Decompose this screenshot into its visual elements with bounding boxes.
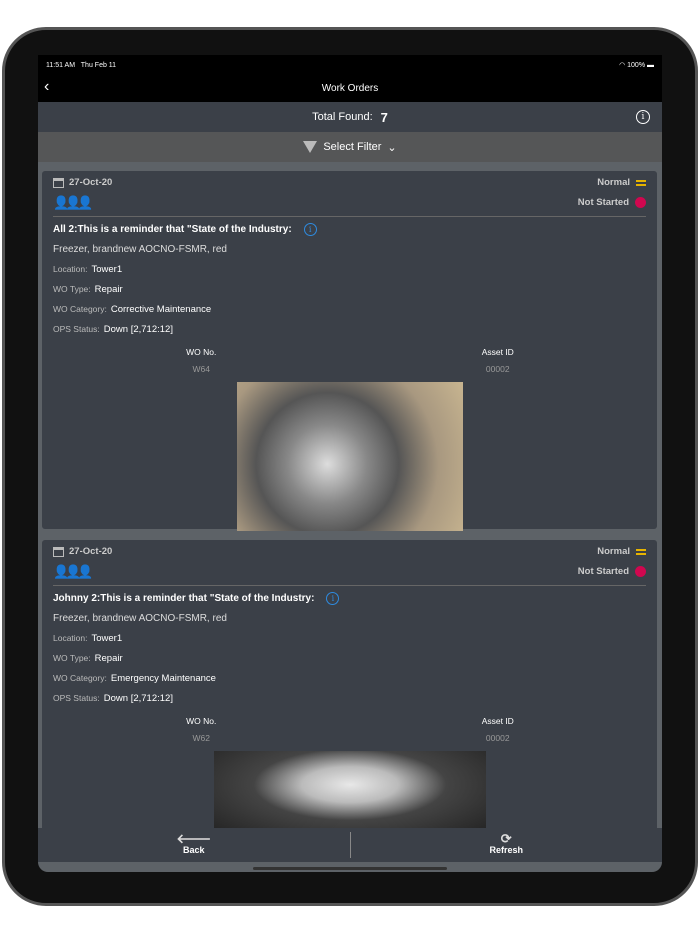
calendar-icon: [53, 546, 64, 557]
asset-image: [213, 751, 486, 835]
asset-id: Asset ID 00002: [481, 716, 514, 743]
asset-description: Freezer, brandnew AOCNO-FSMR, red: [53, 613, 227, 624]
priority-label: Normal: [597, 177, 630, 188]
wo-type-row: WO Type: Repair: [53, 284, 123, 295]
info-icon[interactable]: i: [636, 110, 650, 124]
bottom-toolbar: 🡐 Back ⟳ Refresh: [38, 828, 662, 862]
asset-id: Asset ID 00002: [481, 347, 514, 374]
nav-bar: ‹ Work Orders: [38, 75, 662, 102]
arrow-left-icon: 🡐: [176, 831, 212, 846]
screen: 11:51 AM Thu Feb 11 ◠ 100% ▬ ‹ Work Orde…: [38, 55, 662, 872]
wo-title: All 2:This is a reminder that "State of …: [53, 224, 292, 235]
work-order-card[interactable]: 27-Oct-20 👤👤👤 Normal Not Started Johnny …: [42, 540, 657, 840]
priority-label: Normal: [597, 546, 630, 557]
battery-indicator: ◠ 100% ▬: [619, 62, 654, 69]
status-time: 11:51 AM: [46, 61, 76, 69]
chevron-down-icon: ⌄: [387, 141, 397, 154]
back-button[interactable]: 🡐 Back: [38, 828, 350, 862]
ops-status-row: OPS Status: Down [2,712:12]: [53, 693, 173, 704]
status-label: Not Started: [577, 197, 629, 208]
wo-category-row: WO Category: Emergency Maintenance: [53, 673, 216, 684]
wo-date: 27-Oct-20: [69, 177, 113, 188]
calendar-icon: [53, 177, 64, 188]
refresh-icon: ⟳: [500, 831, 512, 846]
wo-date: 27-Oct-20: [69, 546, 113, 557]
people-icon: 👤👤👤: [53, 195, 94, 210]
asset-description: Freezer, brandnew AOCNO-FSMR, red: [53, 244, 227, 255]
status-bar: 11:51 AM Thu Feb 11 ◠ 100% ▬: [38, 55, 662, 75]
refresh-button[interactable]: ⟳ Refresh: [351, 828, 663, 862]
people-icon: 👤👤👤: [53, 564, 94, 579]
asset-image: [236, 382, 463, 531]
wo-title: Johnny 2:This is a reminder that "State …: [53, 593, 315, 604]
filter-icon: [303, 141, 318, 153]
total-found-bar: Total Found: 7 i: [38, 102, 662, 132]
filter-label: Select Filter: [323, 141, 382, 153]
status-label: Not Started: [577, 566, 629, 577]
wo-number: WO No. W62: [186, 716, 217, 743]
work-order-card[interactable]: 27-Oct-20 👤👤👤 Normal Not Started All 2:T…: [42, 171, 657, 531]
wo-number: WO No. W64: [186, 347, 217, 374]
info-icon[interactable]: i: [326, 592, 340, 605]
wo-type-row: WO Type: Repair: [53, 653, 123, 664]
select-filter-button[interactable]: Select Filter ⌄: [38, 132, 662, 162]
page-title: Work Orders: [321, 83, 379, 94]
priority-normal-icon: [636, 548, 646, 555]
location-row: Location: Tower1: [53, 633, 123, 644]
status-dot-icon: [635, 197, 646, 208]
priority-normal-icon: [636, 179, 646, 186]
status-date: Thu Feb 11: [80, 61, 117, 69]
back-chevron-icon[interactable]: ‹: [44, 78, 49, 96]
status-dot-icon: [635, 566, 646, 577]
info-icon[interactable]: i: [303, 223, 317, 236]
total-found-count: 7: [380, 109, 388, 125]
ops-status-row: OPS Status: Down [2,712:12]: [53, 324, 173, 335]
location-row: Location: Tower1: [53, 264, 123, 275]
total-found-label: Total Found:: [312, 111, 373, 123]
home-indicator: [253, 867, 447, 870]
wo-category-row: WO Category: Corrective Maintenance: [53, 304, 212, 315]
